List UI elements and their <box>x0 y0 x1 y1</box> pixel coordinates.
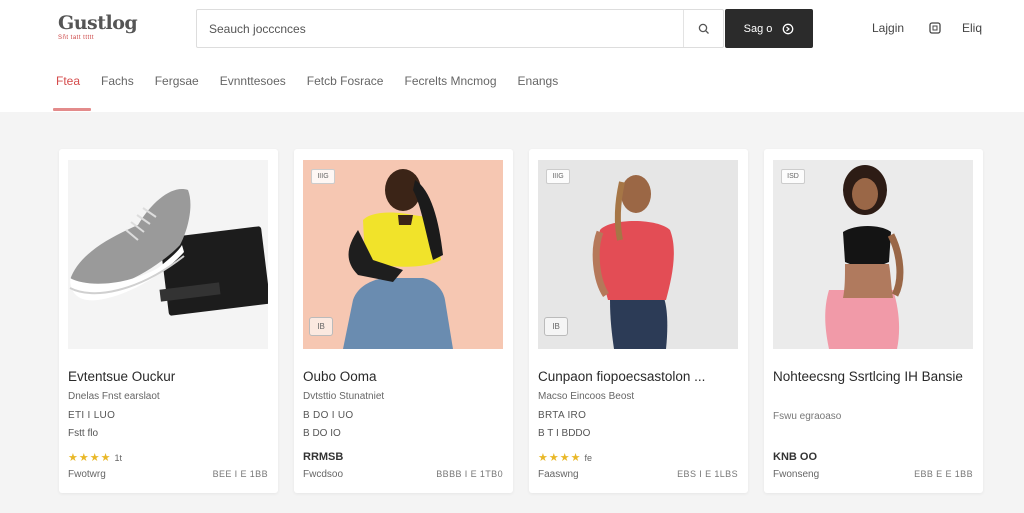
product-rating: ★ ★ ★ ★ fe <box>538 451 592 464</box>
product-badge: IB <box>309 317 333 336</box>
product-meta: EBS I E 1LBS <box>677 469 738 479</box>
star-icon: ★ <box>89 452 100 464</box>
nav-item-2[interactable]: Fergsae <box>155 74 199 88</box>
product-title[interactable]: Cunpaon fiopoecsastolon ... <box>538 365 742 389</box>
nav-item-3[interactable]: Evnnttesoes <box>220 74 286 88</box>
nav-item-0[interactable]: Ftea <box>56 74 80 88</box>
product-seller: Faaswng <box>538 469 579 480</box>
nav-item-1[interactable]: Fachs <box>101 74 134 88</box>
product-image[interactable]: IIIG IB <box>538 160 738 349</box>
header-actions: Lajgin Eliq <box>872 21 982 35</box>
product-card[interactable]: IIIG IB Cunpaon fiopoecsastolon ... Macs… <box>529 149 748 493</box>
product-rating: ★ ★ ★ ★ 1t <box>68 451 122 464</box>
logo-text: Gustlog <box>58 12 138 34</box>
product-sku: ETI I LUO <box>68 410 116 421</box>
product-card[interactable]: IIIG IB Oubo Ooma Dvtsttio Stunatniet B … <box>294 149 513 493</box>
model-image <box>303 160 503 349</box>
product-badge: IB <box>544 317 568 336</box>
product-title[interactable]: Nohteecsng Ssrtlcing IH Bansie <box>773 365 977 389</box>
model-image <box>773 160 973 349</box>
search-input[interactable] <box>209 10 679 47</box>
product-meta: BBBB I E 1TB0 <box>436 469 503 479</box>
product-sku: B DO I UO <box>303 410 354 421</box>
rating-count: 1t <box>114 452 123 463</box>
product-seller: Fwotwrg <box>68 469 106 480</box>
category-nav: Ftea Fachs Fergsae Evnnttesoes Fetcb Fos… <box>56 74 579 88</box>
cart-icon[interactable] <box>928 21 962 35</box>
star-icon: ★ <box>78 452 89 464</box>
product-subtitle: Macso Eincoos Beost <box>538 391 635 402</box>
product-image[interactable]: IIIG IB <box>303 160 503 349</box>
star-icon: ★ <box>100 452 111 464</box>
logo-tagline: Sñt tatt ttttt <box>58 35 95 41</box>
star-icon: ★ <box>570 452 581 464</box>
product-title[interactable]: Evtentsue Ouckur <box>68 365 272 389</box>
product-image[interactable]: ISD <box>773 160 973 349</box>
login-link[interactable]: Lajgin <box>872 21 928 35</box>
search-submit-label: Sag o <box>743 22 773 35</box>
nav-item-4[interactable]: Fetcb Fosrace <box>307 74 384 88</box>
arrow-circle-icon <box>783 23 794 34</box>
model-image <box>538 160 738 349</box>
product-card[interactable]: Evtentsue Ouckur Dnelas Fnst earslaot ET… <box>59 149 278 493</box>
star-icon: ★ <box>538 452 548 464</box>
product-seller: Fwonseng <box>773 469 820 480</box>
product-shipping: B T I BDDO <box>538 428 591 439</box>
product-sku: BRTA IRO <box>538 410 587 421</box>
search-bar <box>196 9 724 48</box>
star-icon: ★ <box>548 452 559 464</box>
product-tag: ISD <box>781 169 805 184</box>
brand-logo[interactable]: Gustlog Sñt tatt ttttt <box>58 12 138 41</box>
product-subtitle: Dnelas Fnst earslaot <box>68 391 160 402</box>
product-price: KNB OO <box>773 451 817 463</box>
product-shipping: B DO IO <box>303 428 341 439</box>
product-description: Fswu egraoaso <box>773 411 842 422</box>
active-tab-indicator <box>53 108 91 111</box>
product-meta: EBB E E 1BB <box>914 469 973 479</box>
product-meta: BEE I E 1BB <box>212 469 268 479</box>
star-icon: ★ <box>68 452 78 464</box>
search-submit-button[interactable]: Sag o <box>725 9 813 48</box>
product-image[interactable] <box>68 160 268 349</box>
product-subtitle: Dvtsttio Stunatniet <box>303 391 385 402</box>
nav-item-5[interactable]: Fecrelts Mncmog <box>404 74 496 88</box>
sneaker-image <box>68 160 268 349</box>
nav-item-6[interactable]: Enangs <box>518 74 559 88</box>
product-card[interactable]: ISD Nohteecsng Ssrtlcing IH Bansie Fswu … <box>764 149 983 493</box>
search-icon <box>698 23 709 34</box>
product-tag: IIIG <box>311 169 335 184</box>
rating-count: fe <box>584 452 593 463</box>
help-link[interactable]: Eliq <box>962 21 982 35</box>
top-header: Gustlog Sñt tatt ttttt Sag o Lajgin Eliq <box>0 0 1024 112</box>
star-icon: ★ <box>559 452 570 464</box>
product-shipping: Fstt flo <box>68 428 99 439</box>
product-price: RRMSB <box>303 451 344 463</box>
search-icon-button[interactable] <box>683 10 723 47</box>
product-title[interactable]: Oubo Ooma <box>303 365 507 389</box>
product-tag: IIIG <box>546 169 570 184</box>
product-seller: Fwcdsoo <box>303 469 344 480</box>
